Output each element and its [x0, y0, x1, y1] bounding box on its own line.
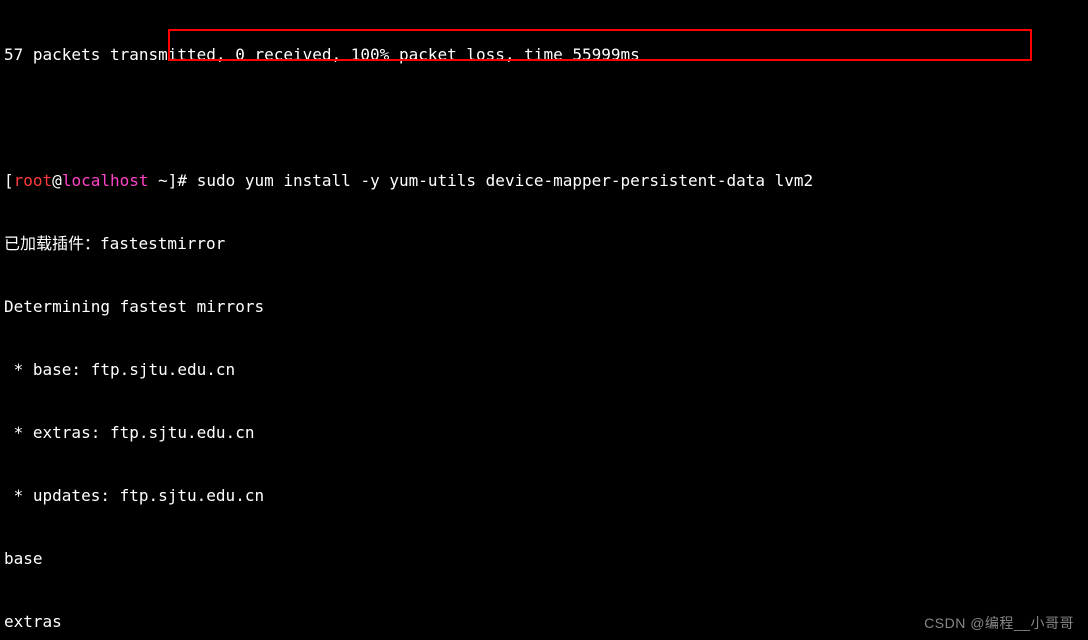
prompt-user: root — [14, 171, 53, 190]
prompt-host: localhost — [62, 171, 149, 190]
terminal-output[interactable]: 57 packets transmitted, 0 received, 100%… — [0, 0, 1088, 640]
output-line: 已加载插件：fastestmirror — [4, 233, 1084, 254]
blank-line — [4, 107, 1084, 128]
ping-summary-line: 57 packets transmitted, 0 received, 100%… — [4, 44, 1084, 65]
shell-prompt-line[interactable]: [root@localhost ~]# sudo yum install -y … — [4, 170, 1084, 191]
prompt-at: @ — [52, 171, 62, 190]
output-line: base — [4, 548, 1084, 569]
command-text: sudo yum install -y yum-utils device-map… — [197, 171, 814, 190]
prompt-path-symbol: ~]# — [149, 171, 197, 190]
watermark-text: CSDN @编程__小哥哥 — [924, 613, 1074, 634]
output-line: Determining fastest mirrors — [4, 296, 1084, 317]
output-line: extras — [4, 611, 1084, 632]
prompt-open-bracket: [ — [4, 171, 14, 190]
output-line: * extras: ftp.sjtu.edu.cn — [4, 422, 1084, 443]
output-line: * base: ftp.sjtu.edu.cn — [4, 359, 1084, 380]
output-line: * updates: ftp.sjtu.edu.cn — [4, 485, 1084, 506]
